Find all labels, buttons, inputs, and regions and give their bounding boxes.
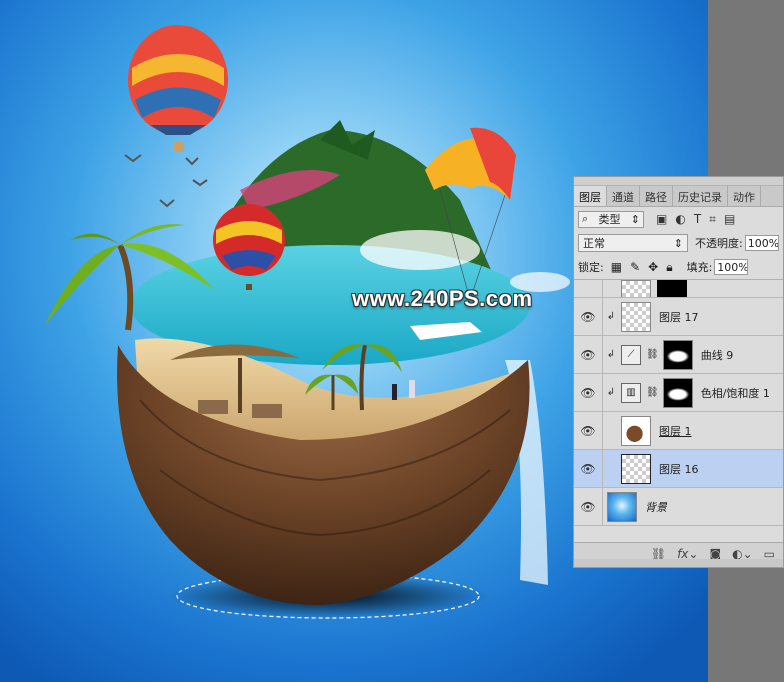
layer-thumbnail bbox=[621, 453, 651, 484]
opacity-input[interactable]: 100% bbox=[744, 235, 779, 251]
curves-icon: ⟋ bbox=[621, 344, 641, 365]
visibility-eye-icon[interactable]: 👁︎ bbox=[574, 298, 603, 335]
panel-resize-handle[interactable] bbox=[574, 559, 783, 567]
hot-air-balloon-large bbox=[128, 25, 228, 152]
visibility-eye-icon[interactable]: 👁︎ bbox=[574, 374, 603, 411]
layer-thumbnail bbox=[621, 280, 651, 297]
clip-arrow-icon: ↲ bbox=[606, 387, 616, 398]
tab-layers[interactable]: 图层 bbox=[574, 186, 607, 206]
layer-name[interactable]: 图层 17 bbox=[659, 309, 699, 325]
layer-row[interactable] bbox=[574, 280, 783, 298]
link-chain-icon[interactable]: ⛓︎ bbox=[646, 387, 659, 398]
search-icon: ⌕ bbox=[582, 212, 589, 225]
clip-arrow-icon: ↲ bbox=[606, 311, 616, 322]
smart-object-thumbnail bbox=[621, 415, 651, 446]
hue-saturation-icon: ▥ bbox=[621, 382, 641, 403]
layer-thumbnail bbox=[621, 301, 651, 332]
blend-row: 正常 ⇕ 不透明度: 100% bbox=[574, 231, 783, 255]
bird bbox=[159, 199, 175, 208]
watermark: www.240PS.com bbox=[352, 286, 533, 311]
type-filter-icon[interactable]: T bbox=[694, 212, 701, 227]
layers-panel[interactable]: 图层 通道 路径 历史记录 动作 ⌕ 类型 ⇕ ▣ ◐ T ⌗ ▤ 正常 ⇕ 不… bbox=[573, 176, 784, 568]
layer-row[interactable]: 👁︎ 背景 bbox=[574, 488, 783, 526]
layer-mask-thumbnail[interactable] bbox=[662, 339, 693, 370]
image-filter-icon[interactable]: ▣ bbox=[656, 212, 667, 227]
bird bbox=[124, 154, 142, 163]
layers-list[interactable]: 👁︎ ↲ 图层 17 👁︎ ↲ ⟋ ⛓︎ 曲线 9 👁︎ ↲ ▥ ⛓︎ 色相/饱… bbox=[574, 280, 783, 542]
updown-icon: ⇕ bbox=[673, 236, 683, 250]
lock-all-icon[interactable]: 🔒︎ bbox=[666, 260, 672, 275]
layer-name[interactable]: 图层 1 bbox=[659, 423, 692, 439]
tab-channels[interactable]: 通道 bbox=[607, 186, 640, 206]
fill-input[interactable]: 100% bbox=[714, 259, 749, 275]
layer-mask-thumbnail[interactable] bbox=[662, 377, 693, 408]
person bbox=[392, 384, 397, 400]
layer-thumbnail bbox=[607, 491, 637, 522]
panel-tabs: 图层 通道 路径 历史记录 动作 bbox=[574, 186, 783, 207]
visibility-eye-icon[interactable] bbox=[574, 280, 603, 297]
lock-position-icon[interactable]: ✥ bbox=[648, 260, 658, 275]
link-chain-icon[interactable]: ⛓︎ bbox=[646, 349, 659, 360]
visibility-eye-icon[interactable]: 👁︎ bbox=[574, 336, 603, 373]
bird bbox=[192, 179, 208, 187]
layer-row[interactable]: 👁︎ ↲ ▥ ⛓︎ 色相/饱和度 1 bbox=[574, 374, 783, 412]
layer-mask-thumbnail bbox=[657, 280, 687, 297]
layer-row-selected[interactable]: 👁︎ 图层 16 bbox=[574, 450, 783, 488]
lock-pixels-icon[interactable]: ✎ bbox=[630, 260, 640, 275]
tab-actions[interactable]: 动作 bbox=[728, 186, 761, 206]
opacity-label: 不透明度: bbox=[695, 237, 743, 250]
filter-type-select[interactable]: ⌕ 类型 ⇕ bbox=[578, 210, 644, 228]
adjustment-filter-icon[interactable]: ◐ bbox=[675, 212, 685, 227]
layer-name[interactable]: 图层 16 bbox=[659, 461, 699, 477]
filter-row: ⌕ 类型 ⇕ ▣ ◐ T ⌗ ▤ bbox=[574, 207, 783, 231]
layer-name[interactable]: 色相/饱和度 1 bbox=[701, 385, 770, 401]
person bbox=[409, 380, 415, 398]
layer-name[interactable]: 曲线 9 bbox=[701, 347, 734, 363]
tab-paths[interactable]: 路径 bbox=[640, 186, 673, 206]
blend-mode-value: 正常 bbox=[583, 237, 605, 250]
layer-row[interactable]: 👁︎ 图层 1 bbox=[574, 412, 783, 450]
updown-icon: ⇕ bbox=[630, 212, 640, 226]
panel-grip[interactable] bbox=[574, 177, 783, 186]
visibility-eye-icon[interactable]: 👁︎ bbox=[574, 450, 603, 487]
visibility-eye-icon[interactable]: 👁︎ bbox=[574, 412, 603, 449]
tab-history[interactable]: 历史记录 bbox=[673, 186, 728, 206]
filter-type-label: 类型 bbox=[598, 213, 621, 226]
blend-mode-select[interactable]: 正常 ⇕ bbox=[578, 234, 688, 252]
clip-arrow-icon: ↲ bbox=[606, 349, 616, 360]
bird bbox=[185, 157, 199, 166]
lock-transparency-icon[interactable]: ▦ bbox=[611, 260, 622, 275]
fill-label: 填充: bbox=[686, 261, 713, 274]
layer-row[interactable]: 👁︎ ↲ 图层 17 bbox=[574, 298, 783, 336]
smartobject-filter-icon[interactable]: ▤ bbox=[724, 212, 735, 227]
lock-row: 锁定: ▦ ✎ ✥ 🔒︎ 填充: 100% bbox=[574, 255, 783, 280]
layer-name[interactable]: 背景 bbox=[645, 499, 667, 515]
shape-filter-icon[interactable]: ⌗ bbox=[709, 212, 716, 227]
layer-row[interactable]: 👁︎ ↲ ⟋ ⛓︎ 曲线 9 bbox=[574, 336, 783, 374]
visibility-eye-icon[interactable]: 👁︎ bbox=[574, 488, 603, 525]
lock-label: 锁定: bbox=[578, 261, 604, 274]
